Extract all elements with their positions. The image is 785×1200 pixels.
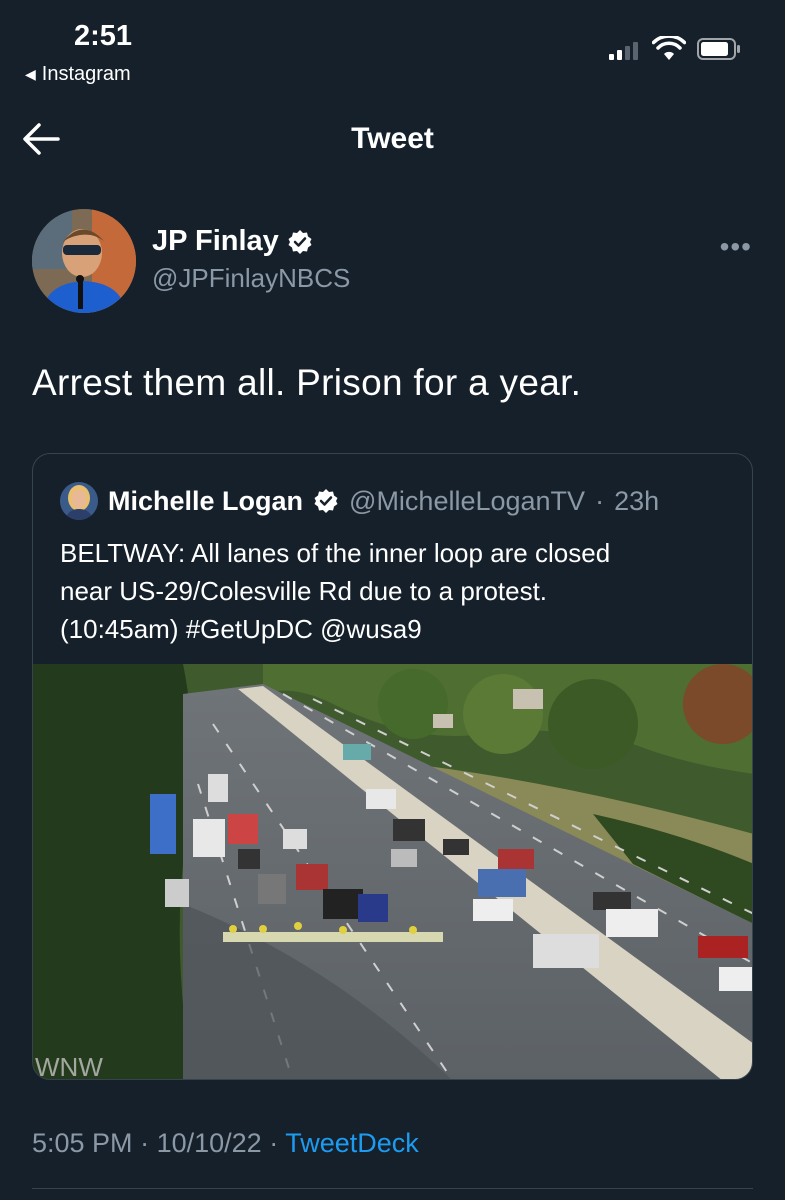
tweet-author: JP Finlay @JPFinlayNBCS •••: [32, 209, 752, 319]
quoted-tweet-header: Michelle Logan @MichelleLoganTV · 23h: [60, 482, 659, 520]
tweet-date: 10/10/22: [156, 1128, 262, 1158]
author-handle[interactable]: @JPFinlayNBCS: [152, 263, 350, 294]
traffic-camera-image[interactable]: WNW: [33, 664, 753, 1080]
author-name: JP Finlay: [152, 225, 279, 257]
cellular-signal-icon: [609, 40, 638, 60]
quoted-author-name: Michelle Logan: [108, 485, 304, 516]
media-watermark: WNW: [35, 1052, 103, 1080]
quoted-author-avatar: [60, 482, 98, 520]
timestamp-separator: ·: [140, 1128, 150, 1158]
quoted-text-line: BELTWAY: All lanes of the inner loop are…: [60, 538, 611, 568]
page-title: Tweet: [351, 122, 434, 155]
status-time: 2:51: [74, 20, 133, 52]
back-app-label: Instagram: [41, 63, 131, 85]
author-name-row[interactable]: JP Finlay: [152, 225, 313, 258]
author-avatar[interactable]: [32, 209, 136, 313]
back-to-app-link[interactable]: ◀ Instagram: [25, 63, 131, 86]
quoted-tweet-age: 23h: [614, 485, 660, 516]
verified-badge-icon: [314, 489, 338, 513]
back-triangle-icon: ◀: [25, 66, 36, 82]
status-bar: 2:51 ◀ Instagram: [0, 0, 785, 100]
quoted-tweet[interactable]: Michelle Logan @MichelleLoganTV · 23h BE…: [32, 453, 753, 1080]
tweet-time: 5:05 PM: [32, 1128, 133, 1158]
quoted-text-line: near US-29/Colesville Rd due to a protes…: [60, 576, 548, 606]
quoted-tweet-text: BELTWAY: All lanes of the inner loop are…: [60, 534, 740, 648]
divider: [32, 1188, 753, 1189]
meta-separator: ·: [595, 485, 605, 516]
quoted-text-line: (10:45am) #GetUpDC @wusa9: [60, 614, 422, 644]
wifi-icon: [652, 36, 686, 60]
tweet-timestamp: 5:05 PM · 10/10/22 · TweetDeck: [32, 1128, 419, 1159]
tweet-text: Arrest them all. Prison for a year.: [32, 362, 582, 403]
more-horizontal-icon[interactable]: •••: [720, 231, 752, 263]
timestamp-separator: ·: [269, 1128, 279, 1158]
quoted-author-handle: @MichelleLoganTV: [349, 485, 586, 516]
tweet-source-link[interactable]: TweetDeck: [285, 1128, 419, 1158]
battery-icon: [697, 38, 740, 60]
verified-badge-icon: [288, 229, 312, 254]
top-navigation: Tweet: [0, 108, 785, 170]
